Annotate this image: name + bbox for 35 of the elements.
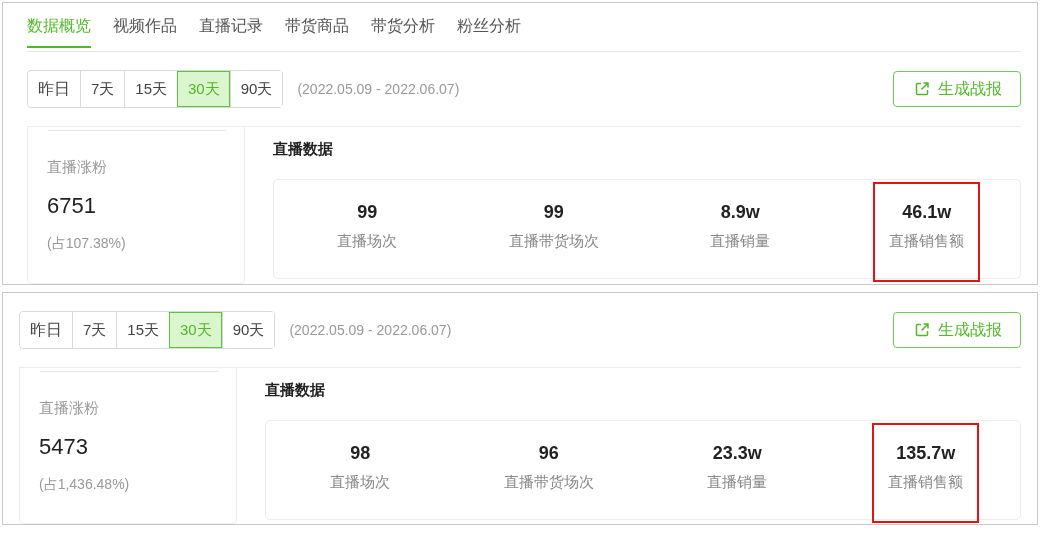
section-title: 直播数据 [265,381,326,400]
stat-value: 99 [357,202,378,223]
stat-label: 直播销售额 [888,473,964,492]
stat-label: 直播销量 [707,473,768,492]
share-text: (占107.38%) [47,235,127,253]
share-text: (占1,436.48%) [39,476,131,494]
share-icon [914,81,930,97]
share-icon [914,322,930,338]
tab[interactable]: 视频作品 [113,16,177,48]
stat-value: 5473 [39,434,89,460]
tab[interactable]: 直播记录 [199,16,263,48]
stat-label: 直播销售额 [889,232,965,251]
period-option[interactable]: 90天 [221,312,275,348]
stat-label: 直播销量 [710,232,771,251]
stat-value: 6751 [47,193,97,219]
stat-label: 直播带货场次 [508,232,599,251]
stat-value: 8.9w [720,202,760,223]
tab[interactable]: 带货分析 [371,16,435,48]
stat-label: 直播场次 [330,473,391,492]
stat-value: 135.7w [896,443,956,464]
section-title: 直播数据 [273,140,334,159]
period-option[interactable]: 90天 [229,71,283,107]
stat-label: 直播带货场次 [503,473,594,492]
stat-value: 99 [543,202,564,223]
tab[interactable]: 带货商品 [285,16,349,48]
stat-label: 直播涨粉 [39,399,100,418]
date-range: (2022.05.09 - 2022.06.07) [289,322,452,338]
stat-value: 23.3w [712,443,762,464]
stat-value: 96 [538,443,559,464]
stat-value: 98 [350,443,371,464]
stat-value: 46.1w [902,202,952,223]
stat-label: 直播场次 [337,232,398,251]
date-range: (2022.05.09 - 2022.06.07) [297,81,460,97]
stat-label: 直播涨粉 [47,158,108,177]
tab[interactable]: 粉丝分析 [457,16,521,48]
